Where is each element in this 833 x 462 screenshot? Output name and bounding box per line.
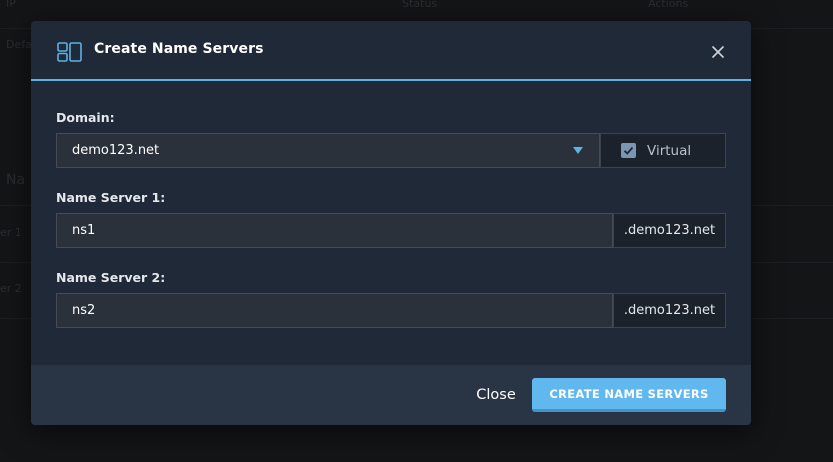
dialog-title: Create Name Servers [94, 41, 264, 57]
bg-header-ip: IP [6, 0, 16, 10]
close-icon[interactable] [711, 45, 725, 59]
check-icon [623, 146, 634, 155]
ns1-label: Name Server 1: [56, 190, 166, 205]
ns2-input-value: ns2 [72, 303, 96, 318]
ns1-input[interactable]: ns1 [56, 213, 613, 248]
virtual-checkbox-group[interactable]: Virtual [600, 133, 726, 168]
ns1-suffix: .demo123.net [613, 213, 726, 248]
bg-row-ns1: er 1 [0, 226, 22, 239]
ns1-input-value: ns1 [72, 223, 96, 238]
create-name-servers-dialog: Create Name Servers Domain: demo123.net … [31, 21, 751, 425]
domain-select[interactable]: demo123.net [56, 133, 600, 168]
close-button[interactable]: Close [461, 384, 531, 406]
virtual-label: Virtual [647, 143, 692, 159]
virtual-checkbox[interactable] [621, 143, 636, 158]
domain-label: Domain: [56, 110, 115, 125]
dialog-footer: Close CREATE NAME SERVERS [31, 365, 751, 425]
create-name-servers-button[interactable]: CREATE NAME SERVERS [532, 378, 726, 412]
ns2-suffix: .demo123.net [613, 293, 726, 328]
name-servers-icon [57, 42, 82, 62]
bg-header-status: Status [402, 0, 438, 10]
bg-header-actions: Actions [648, 0, 689, 10]
ns2-label: Name Server 2: [56, 270, 166, 285]
bg-section-title: Na [6, 172, 26, 188]
ns2-input[interactable]: ns2 [56, 293, 613, 328]
domain-select-value: demo123.net [72, 143, 160, 158]
caret-down-icon [573, 147, 583, 154]
bg-row-ns2: er 2 [0, 282, 22, 295]
dialog-header: Create Name Servers [31, 21, 751, 81]
